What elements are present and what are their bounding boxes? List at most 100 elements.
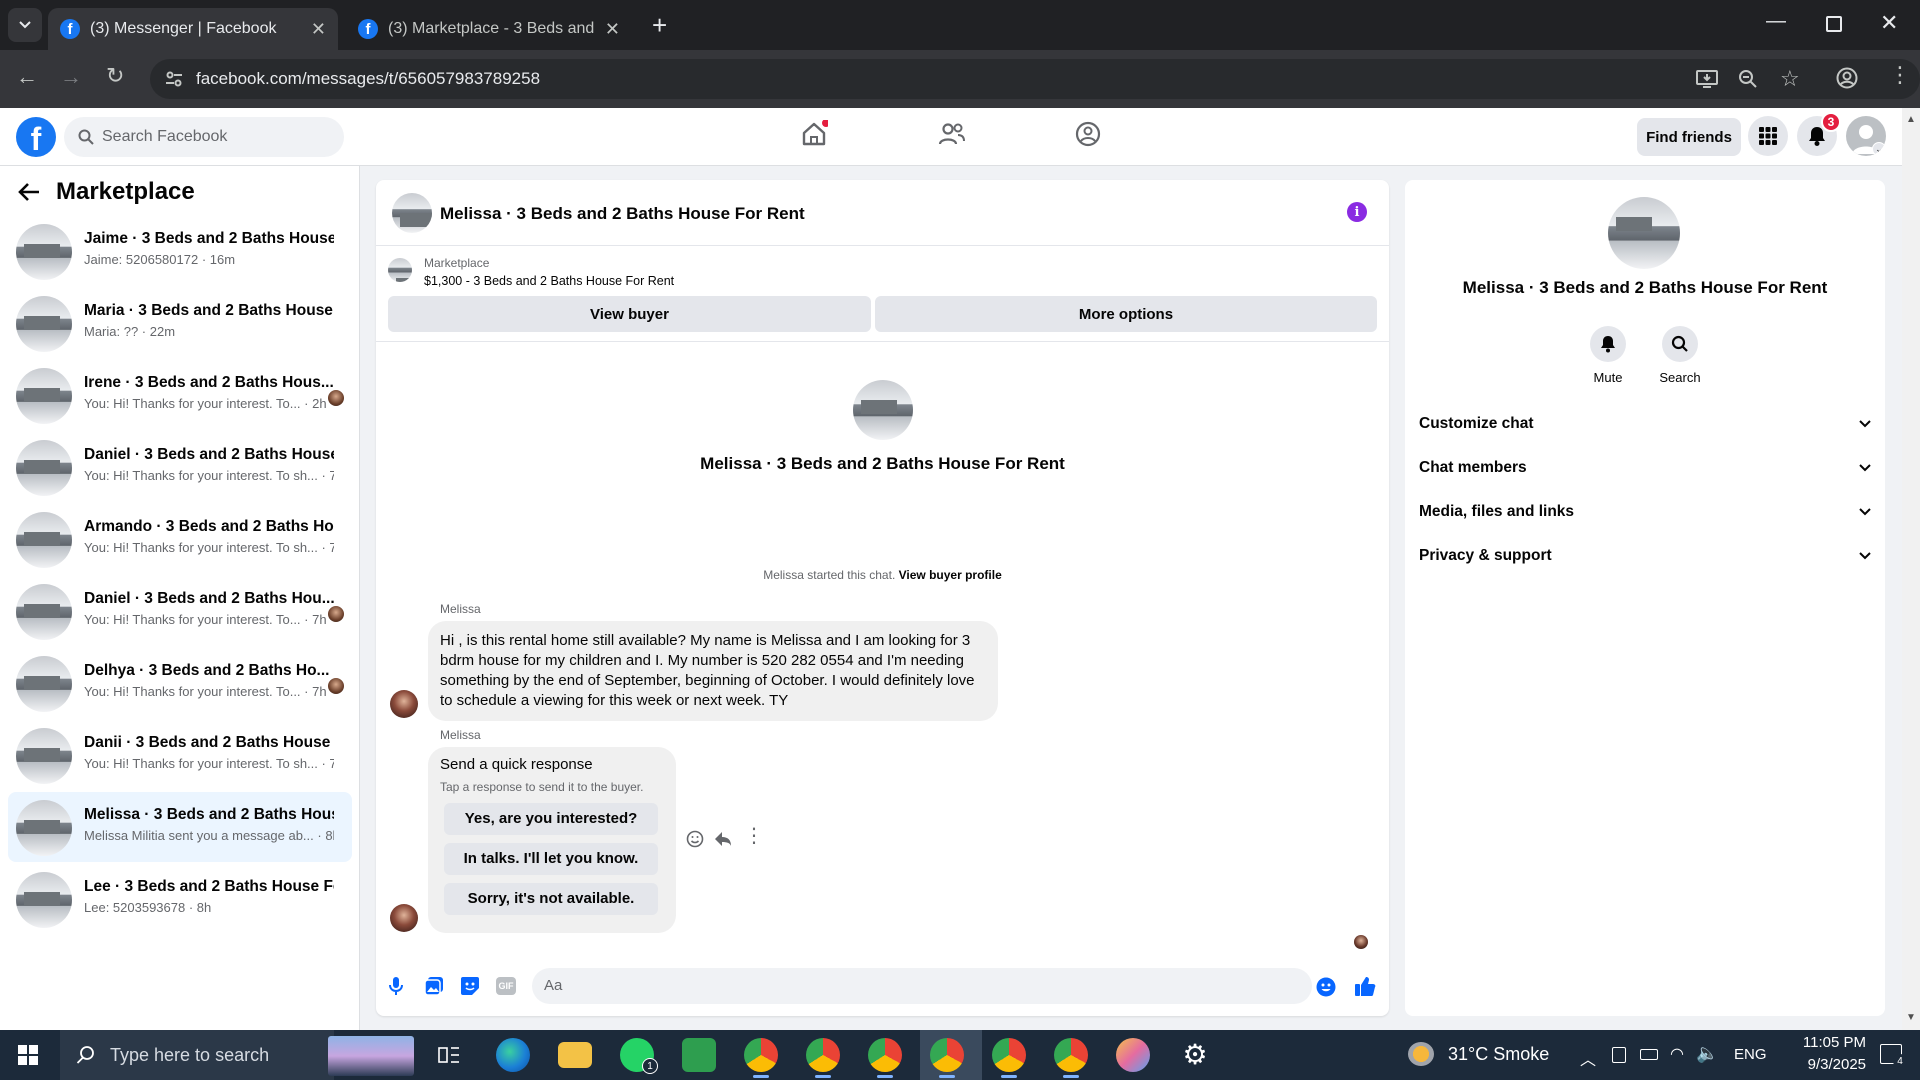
facebook-search-input[interactable]: Search Facebook [64,117,344,157]
section-customize-chat[interactable]: Customize chat [1419,402,1871,446]
view-buyer-button[interactable]: View buyer [388,296,871,332]
conversation-item[interactable]: Irene · 3 Beds and 2 Baths Hous... You: H… [8,360,352,430]
close-tab-icon[interactable]: ✕ [311,19,326,40]
message-bubble[interactable]: Hi , is this rental home still available… [428,621,998,721]
address-bar[interactable]: facebook.com/messages/t/656057983789258 … [150,59,1920,99]
section-chat-members[interactable]: Chat members [1419,446,1871,490]
clock-date[interactable]: 9/3/2025 [1780,1056,1866,1073]
listing-title[interactable]: $1,300 - 3 Beds and 2 Baths House For Re… [424,274,674,288]
conversation-item[interactable]: Maria · 3 Beds and 2 Baths House ... Mari… [8,288,352,358]
chrome-profile-icon[interactable] [806,1038,840,1078]
sender-avatar[interactable] [390,690,418,718]
conversation-item[interactable]: Daniel · 3 Beds and 2 Baths House ... You… [8,432,352,502]
minimize-icon[interactable]: — [1766,10,1786,33]
reload-icon[interactable]: ↻ [106,65,124,87]
chat-avatar[interactable] [392,193,432,233]
listing-thumbnail[interactable] [388,258,412,282]
scroll-up-icon[interactable]: ▲ [1906,114,1916,125]
more-actions-icon[interactable]: ⋮ [744,826,764,846]
conversation-item[interactable]: Lee · 3 Beds and 2 Baths House Fo... Lee:… [8,864,352,934]
forward-icon[interactable]: → [60,66,82,88]
language-indicator[interactable]: ENG [1734,1046,1767,1063]
chrome-profile-icon[interactable] [992,1038,1026,1078]
chrome-active-icon[interactable] [930,1038,964,1078]
weather-text[interactable]: 31°C Smoke [1448,1044,1549,1065]
page-scrollbar[interactable]: ▲ ▼ [1902,108,1920,1030]
back-arrow-icon[interactable] [18,182,40,202]
sticker-icon[interactable] [460,976,480,996]
home-icon[interactable] [800,120,828,148]
section-privacy-support[interactable]: Privacy & support [1419,534,1871,578]
back-icon[interactable]: ← [16,66,38,88]
chrome-icon[interactable] [744,1038,778,1078]
chrome-profile-icon[interactable] [1054,1038,1088,1078]
info-icon[interactable]: i [1347,202,1367,222]
window-close-icon[interactable]: ✕ [1880,10,1898,36]
notification-center-icon[interactable]: 4 [1880,1044,1907,1068]
scroll-down-icon[interactable]: ▼ [1906,1012,1916,1023]
emoji-icon[interactable] [1316,977,1336,997]
intro-avatar[interactable] [852,380,913,440]
settings-gear-icon[interactable]: ⚙ [1178,1038,1212,1072]
install-app-icon[interactable] [1696,69,1718,89]
quick-reply-not-available[interactable]: Sorry, it's not available. [444,883,658,915]
windows-start-icon[interactable] [18,1045,38,1065]
friends-icon[interactable] [938,120,966,148]
paint-icon[interactable] [1116,1038,1150,1072]
clock-time[interactable]: 11:05 PM [1780,1034,1866,1051]
zoom-icon[interactable] [1738,69,1758,89]
volume-icon[interactable]: 🔈 [1696,1043,1718,1064]
details-avatar[interactable] [1608,197,1680,269]
menu-kebab-icon[interactable]: ⋮ [1889,64,1911,86]
quick-reply-in-talks[interactable]: In talks. I'll let you know. [444,843,658,875]
find-friends-button[interactable]: Find friends [1637,118,1741,156]
message-input[interactable]: Aa [532,968,1312,1004]
photo-icon[interactable] [424,976,444,996]
conversation-item[interactable]: Jaime · 3 Beds and 2 Baths House ... Jaim… [8,216,352,286]
chat-title[interactable]: Melissa · 3 Beds and 2 Baths House For R… [440,204,805,224]
reply-icon[interactable] [714,830,732,848]
chrome-profile-icon[interactable] [868,1038,902,1078]
account-avatar[interactable]: ⌄ [1846,116,1886,156]
groups-icon[interactable] [1074,120,1102,148]
restore-icon[interactable] [1826,16,1842,32]
notifications-button[interactable]: 3 [1797,112,1841,156]
more-options-button[interactable]: More options [875,296,1377,332]
tab-search-button[interactable] [8,8,42,42]
meet-now-icon[interactable] [1612,1047,1626,1063]
site-info-icon[interactable] [164,69,184,89]
new-tab-button[interactable]: + [652,12,667,38]
tab-marketplace[interactable]: f (3) Marketplace - 3 Beds and 2 B ✕ [346,8,632,50]
conversation-item[interactable]: Danii · 3 Beds and 2 Baths House F... You… [8,720,352,790]
task-view-icon[interactable] [438,1044,460,1066]
bookmark-star-icon[interactable]: ☆ [1780,66,1800,92]
conversation-item[interactable]: Daniel · 3 Beds and 2 Baths Hou... You: H… [8,576,352,646]
quick-reply-yes[interactable]: Yes, are you interested? [444,803,658,835]
mute-button[interactable]: Mute [1578,326,1638,385]
weather-icon[interactable] [1408,1042,1434,1066]
spreadsheet-app-icon[interactable] [682,1038,716,1072]
edge-icon[interactable] [496,1038,530,1072]
wifi-icon[interactable]: ◠ [1670,1044,1684,1064]
chevron-up-icon[interactable]: ︿ [1580,1046,1596,1070]
thumbs-up-icon[interactable] [1354,975,1376,997]
profile-icon[interactable] [1836,67,1858,89]
menu-grid-button[interactable] [1748,116,1788,156]
microphone-icon[interactable] [388,976,404,996]
facebook-logo-icon[interactable]: f [16,117,56,157]
gif-icon[interactable]: GIF [496,977,516,995]
whatsapp-icon[interactable]: 1 [620,1038,658,1074]
view-buyer-profile-link[interactable]: View buyer profile [899,568,1002,582]
search-chat-button[interactable]: Search [1650,326,1710,385]
taskbar-search[interactable]: Type here to search [60,1030,334,1080]
search-highlight-image[interactable] [328,1036,414,1076]
react-emoji-icon[interactable] [686,830,704,848]
battery-icon[interactable] [1640,1049,1658,1060]
close-tab-icon[interactable]: ✕ [605,19,620,40]
tab-messenger[interactable]: f (3) Messenger | Facebook ✕ [48,8,338,50]
conversation-item[interactable]: Delhya · 3 Beds and 2 Baths Ho... You: Hi… [8,648,352,718]
conversation-item[interactable]: Melissa · 3 Beds and 2 Baths Hous... Meli… [8,792,352,862]
file-explorer-icon[interactable] [558,1042,592,1068]
sender-avatar[interactable] [390,904,418,932]
section-media-files[interactable]: Media, files and links [1419,490,1871,534]
